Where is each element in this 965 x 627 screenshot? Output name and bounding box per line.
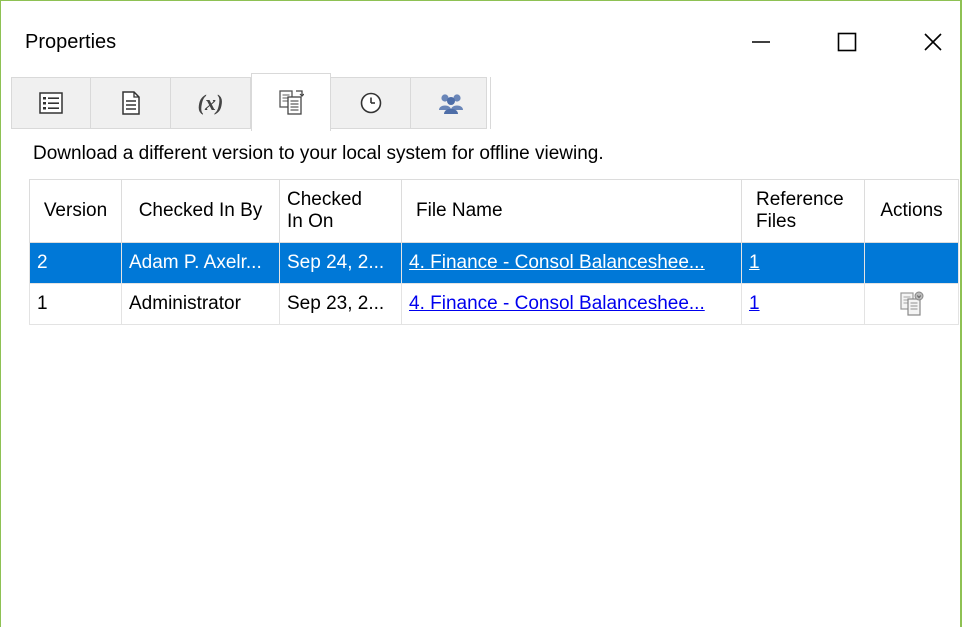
maximize-icon xyxy=(837,32,857,52)
column-header-reference-files-line2: Files xyxy=(756,211,797,232)
column-header-reference-files[interactable]: Reference Files xyxy=(741,179,865,243)
column-header-checked-in-by[interactable]: Checked In By xyxy=(121,179,280,243)
list-icon xyxy=(38,92,63,114)
reference-files-link[interactable]: 1 xyxy=(749,293,760,314)
table-row[interactable]: 1 Administrator Sep 23, 2... 4. Finance … xyxy=(29,283,959,325)
tab-document[interactable] xyxy=(91,77,171,129)
tab-users[interactable] xyxy=(411,77,491,129)
users-icon xyxy=(438,94,463,114)
document-icon xyxy=(121,91,140,115)
file-name-link[interactable]: 4. Finance - Consol Balancesheе... xyxy=(409,252,705,273)
minimize-button[interactable] xyxy=(738,19,784,65)
column-header-checked-in-on[interactable]: Checked In On xyxy=(279,179,402,243)
cell-file-name: 4. Finance - Consol Balancesheе... xyxy=(401,242,742,284)
column-header-version[interactable]: Version xyxy=(29,179,122,243)
cell-reference-files: 1 xyxy=(741,283,865,325)
table-header-row: Version Checked In By Checked In On File… xyxy=(29,179,959,243)
cell-actions xyxy=(864,283,959,325)
cell-version: 1 xyxy=(29,283,122,325)
tab-versions[interactable] xyxy=(251,73,331,131)
column-header-file-name[interactable]: File Name xyxy=(401,179,742,243)
tab-details[interactable] xyxy=(11,77,91,129)
tab-variables[interactable]: (x) xyxy=(171,77,251,129)
fx-icon: (x) xyxy=(197,90,224,115)
properties-window: Properties (x) Download a different vers… xyxy=(0,0,962,627)
column-header-checked-in-on-line2: In On xyxy=(287,211,334,232)
table-row[interactable]: 2 Adam P. Axelr... Sep 24, 2... 4. Finan… xyxy=(29,242,959,284)
window-title: Properties xyxy=(25,31,117,53)
column-header-actions[interactable]: Actions xyxy=(864,179,959,243)
versions-table: Version Checked In By Checked In On File… xyxy=(29,179,959,325)
cell-checked-in-on: Sep 24, 2... xyxy=(279,242,402,284)
title-bar[interactable]: Properties xyxy=(1,1,960,73)
download-version-icon[interactable] xyxy=(899,290,925,318)
tab-history[interactable] xyxy=(331,77,411,129)
cell-checked-in-on: Sep 23, 2... xyxy=(279,283,402,325)
cell-file-name: 4. Finance - Consol Balancesheе... xyxy=(401,283,742,325)
column-header-checked-in-on-line1: Checked xyxy=(287,189,362,210)
column-header-reference-files-line1: Reference xyxy=(756,189,844,210)
clock-icon xyxy=(360,92,381,114)
file-name-link[interactable]: 4. Finance - Consol Balancesheе... xyxy=(409,293,705,314)
cell-checked-in-by: Administrator xyxy=(121,283,280,325)
reference-files-link[interactable]: 1 xyxy=(749,252,760,273)
minimize-icon xyxy=(752,41,770,43)
description-text: Download a different version to your loc… xyxy=(33,143,604,164)
cell-checked-in-by: Adam P. Axelr... xyxy=(121,242,280,284)
maximize-button[interactable] xyxy=(824,19,870,65)
close-button[interactable] xyxy=(910,19,956,65)
versions-icon xyxy=(279,89,304,115)
close-icon xyxy=(924,33,942,51)
cell-version: 2 xyxy=(29,242,122,284)
cell-actions xyxy=(864,242,959,284)
cell-reference-files: 1 xyxy=(741,242,865,284)
